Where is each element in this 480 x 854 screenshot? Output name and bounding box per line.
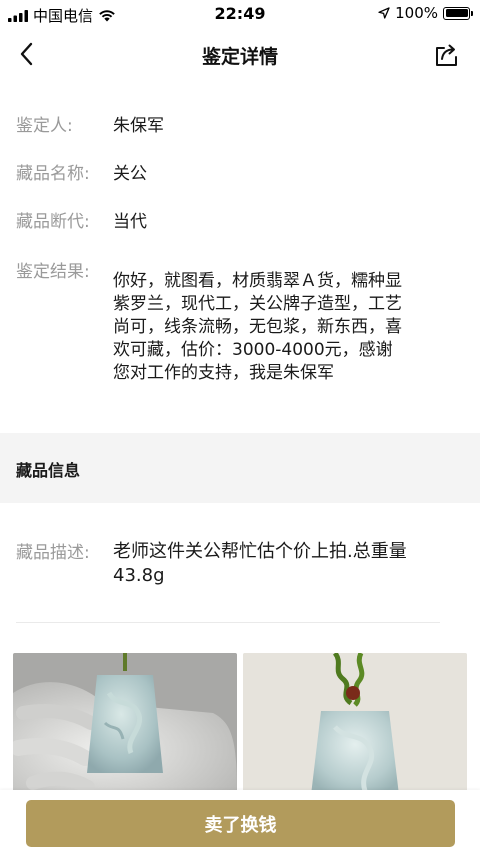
share-icon[interactable] [434, 42, 460, 68]
bottom-bar: 卖了换钱 [0, 790, 480, 854]
result-line: 紫罗兰，现代工，关公牌子造型，工艺 [113, 294, 402, 314]
description-label: 藏品描述: [16, 543, 90, 563]
navigation-bar: 鉴定详情 [0, 30, 480, 78]
battery-percentage: 100% [395, 4, 438, 22]
appraiser-row: 鉴定人: 朱保军 [16, 113, 460, 139]
result-value: 你好，就图看，材质翡翠Ａ货，糯种显 紫罗兰，现代工，关公牌子造型，工艺 尚可，线… [113, 259, 402, 385]
description-line: 43.8g [113, 565, 165, 586]
dating-label: 藏品断代: [16, 212, 90, 232]
sell-button[interactable]: 卖了换钱 [26, 800, 455, 847]
description-value: 老师这件关公帮忙估个价上拍.总重量 43.8g [113, 540, 407, 588]
chevron-left-icon[interactable] [14, 40, 42, 68]
jade-pendant-in-hand-image [13, 653, 237, 795]
dating-row: 藏品断代: 当代 [16, 209, 460, 235]
result-label: 鉴定结果: [16, 262, 90, 282]
item-info-section-header: 藏品信息 [0, 433, 480, 503]
result-line: 你好，就图看，材质翡翠Ａ货，糯种显 [113, 271, 402, 291]
result-line: 您对工作的支持，我是朱保军 [113, 363, 334, 383]
item-name-row: 藏品名称: 关公 [16, 161, 460, 187]
appraiser-label: 鉴定人: [16, 116, 73, 136]
appraiser-value: 朱保军 [113, 116, 164, 136]
result-row: 鉴定结果: 你好，就图看，材质翡翠Ａ货，糯种显 紫罗兰，现代工，关公牌子造型，工… [16, 259, 460, 385]
item-photo[interactable] [243, 653, 467, 795]
battery-fill [445, 9, 468, 17]
location-arrow-icon [378, 7, 390, 19]
section-title: 藏品信息 [16, 461, 81, 480]
page-title: 鉴定详情 [201, 46, 278, 68]
status-right: 100% [378, 4, 473, 22]
battery-icon [443, 6, 473, 20]
result-line: 尚可，线条流畅，无包浆，新东西，喜 [113, 317, 402, 337]
description-line: 老师这件关公帮忙估个价上拍.总重量 [113, 541, 407, 562]
dating-value: 当代 [113, 212, 147, 232]
jade-pendant-image [243, 653, 467, 795]
item-name-label: 藏品名称: [16, 164, 90, 184]
item-name-value: 关公 [113, 164, 147, 184]
result-line: 欢可藏，估价：3000-4000元，感谢 [113, 340, 393, 360]
divider [16, 622, 440, 623]
item-photo[interactable] [13, 653, 237, 795]
status-bar: 中国电信 22:49 100% [0, 0, 480, 28]
description-row: 藏品描述: 老师这件关公帮忙估个价上拍.总重量 43.8g [16, 540, 460, 588]
